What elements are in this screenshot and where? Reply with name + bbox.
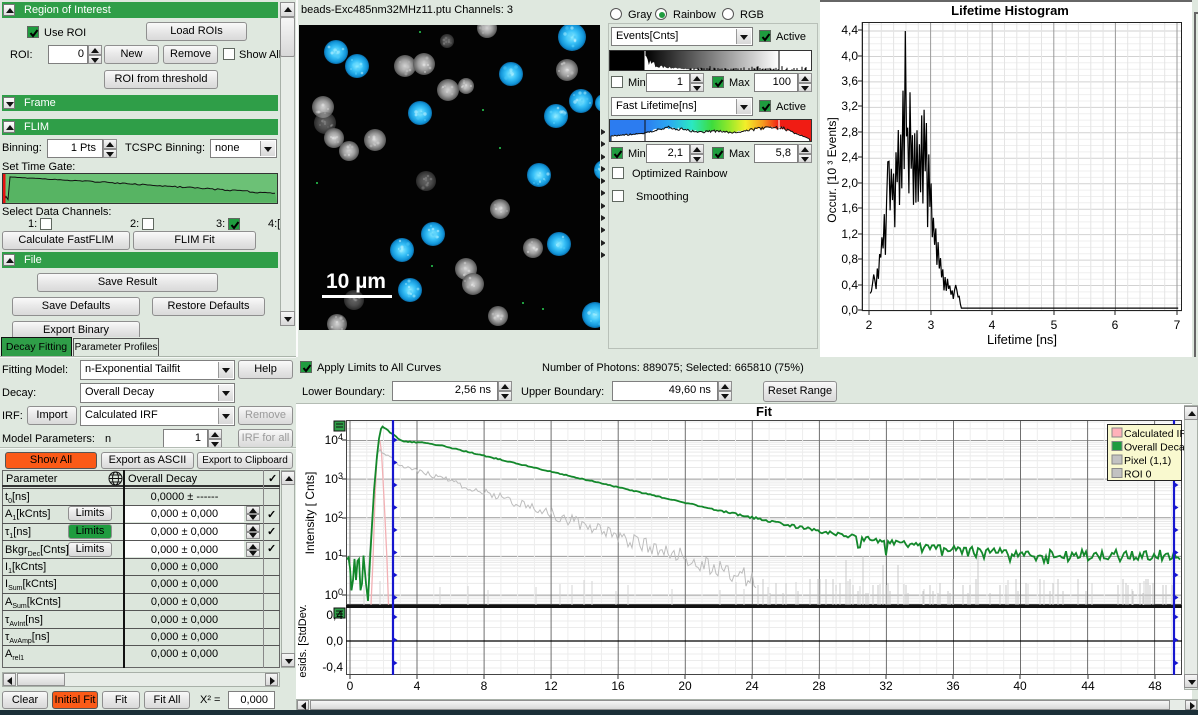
svg-text:Occur. [10 ³ Events]: Occur. [10 ³ Events] <box>825 117 839 222</box>
svg-text:Pixel (1,1): Pixel (1,1) <box>1124 455 1171 467</box>
svg-text:10 µm: 10 µm <box>326 270 386 293</box>
svg-text:ROI 0: ROI 0 <box>1124 469 1152 481</box>
svg-text:0: 0 <box>347 679 354 693</box>
svg-text:20: 20 <box>678 679 692 693</box>
svg-text:40: 40 <box>1013 679 1027 693</box>
svg-text:0,0: 0,0 <box>326 634 343 648</box>
svg-text:12: 12 <box>544 679 558 693</box>
svg-text:3: 3 <box>928 318 935 332</box>
svg-text:48: 48 <box>1148 679 1162 693</box>
svg-text:0,8: 0,8 <box>841 252 858 266</box>
svg-text:16: 16 <box>611 679 625 693</box>
svg-text:2,0: 2,0 <box>841 176 858 190</box>
svg-text:4: 4 <box>414 679 421 693</box>
svg-text:101: 101 <box>325 548 343 563</box>
svg-text:4,0: 4,0 <box>841 49 858 63</box>
svg-text:28: 28 <box>812 679 826 693</box>
svg-text:36: 36 <box>946 679 960 693</box>
svg-text:3,6: 3,6 <box>841 74 858 88</box>
svg-text:8: 8 <box>481 679 488 693</box>
svg-text:Overall Decay: Overall Decay <box>1124 442 1191 454</box>
svg-text:Fit: Fit <box>756 404 773 419</box>
svg-text:Lifetime Histogram: Lifetime Histogram <box>951 3 1069 18</box>
svg-text:102: 102 <box>325 510 343 525</box>
svg-text:1,2: 1,2 <box>841 227 858 241</box>
svg-text:4,4: 4,4 <box>841 23 858 37</box>
svg-text:44: 44 <box>1081 679 1095 693</box>
svg-text:2,4: 2,4 <box>841 150 858 164</box>
svg-text:-0,4: -0,4 <box>322 660 343 674</box>
svg-text:7: 7 <box>1174 318 1181 332</box>
svg-text:2,8: 2,8 <box>841 125 858 139</box>
svg-text:0,4: 0,4 <box>326 608 343 622</box>
svg-text:5: 5 <box>1051 318 1058 332</box>
svg-text:Intensity [ Cnts]: Intensity [ Cnts] <box>303 472 317 555</box>
svg-text:3,2: 3,2 <box>841 99 858 113</box>
svg-text:1,6: 1,6 <box>841 201 858 215</box>
svg-text:24: 24 <box>745 679 759 693</box>
svg-text:0,0: 0,0 <box>841 303 858 317</box>
svg-text:Calculated IRF: Calculated IRF <box>1124 428 1192 440</box>
svg-text:6: 6 <box>1112 318 1119 332</box>
svg-text:4: 4 <box>989 318 996 332</box>
svg-text:103: 103 <box>325 471 343 486</box>
svg-text:esids. [StdDev.: esids. [StdDev. <box>297 604 309 677</box>
svg-text:0,4: 0,4 <box>841 278 858 292</box>
svg-text:104: 104 <box>325 432 343 447</box>
svg-text:Lifetime [ns]: Lifetime [ns] <box>987 332 1057 347</box>
svg-text:2: 2 <box>866 318 873 332</box>
svg-text:32: 32 <box>879 679 893 693</box>
svg-text:100: 100 <box>325 587 343 602</box>
